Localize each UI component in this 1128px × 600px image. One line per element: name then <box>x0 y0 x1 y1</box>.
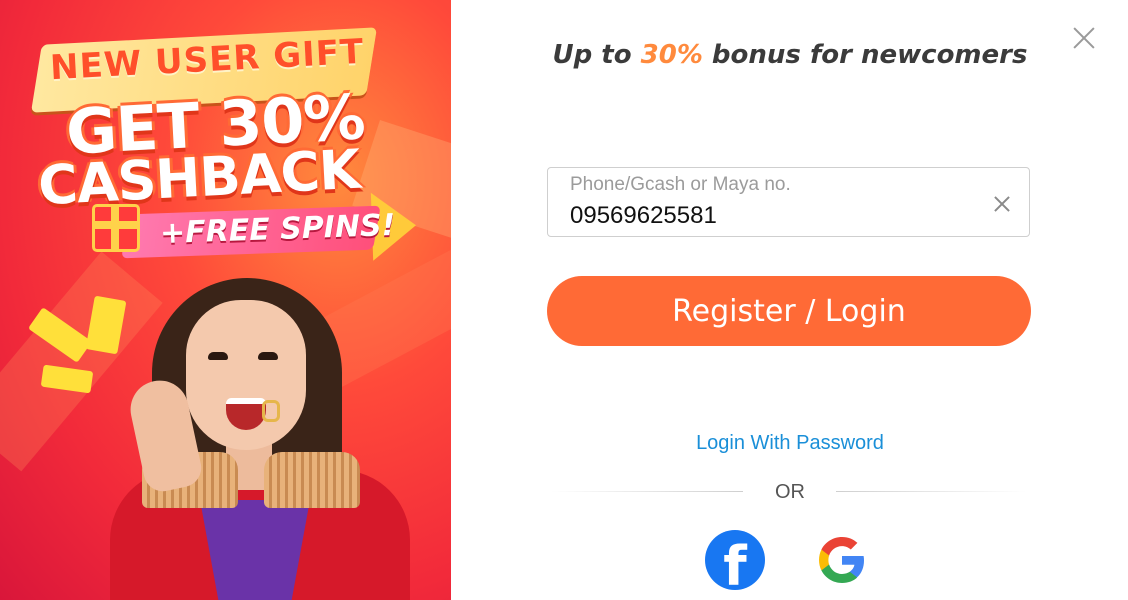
model-eye <box>208 352 228 360</box>
model-earring <box>262 400 280 422</box>
facebook-icon: f <box>723 535 747 590</box>
model-shirt <box>200 500 310 600</box>
register-login-button[interactable]: Register / Login <box>547 276 1031 346</box>
login-with-password-link[interactable]: Login With Password <box>452 432 1128 455</box>
model-epaulet <box>264 452 360 508</box>
facebook-login-button[interactable]: f <box>705 530 765 590</box>
google-icon <box>819 537 864 583</box>
divider-line <box>836 491 1026 492</box>
gift-box-icon <box>92 204 140 252</box>
title-accent: 30% <box>640 40 703 70</box>
google-login-button[interactable] <box>812 530 872 590</box>
phone-field[interactable]: Phone/Gcash or Maya no. <box>547 167 1030 237</box>
phone-field-label: Phone/Gcash or Maya no. <box>570 174 791 195</box>
model-eye <box>258 352 278 360</box>
phone-input[interactable] <box>570 202 970 230</box>
title-suffix: bonus for newcomers <box>702 40 1028 70</box>
promo-banner: NEW USER GIFT GET 30% CASHBACK +FREE SPI… <box>0 0 451 600</box>
clear-icon[interactable] <box>992 194 1012 214</box>
or-divider-text: OR <box>775 481 805 503</box>
title-prefix: Up to <box>552 40 641 70</box>
page-title: Up to 30% bonus for newcomers <box>452 40 1128 70</box>
